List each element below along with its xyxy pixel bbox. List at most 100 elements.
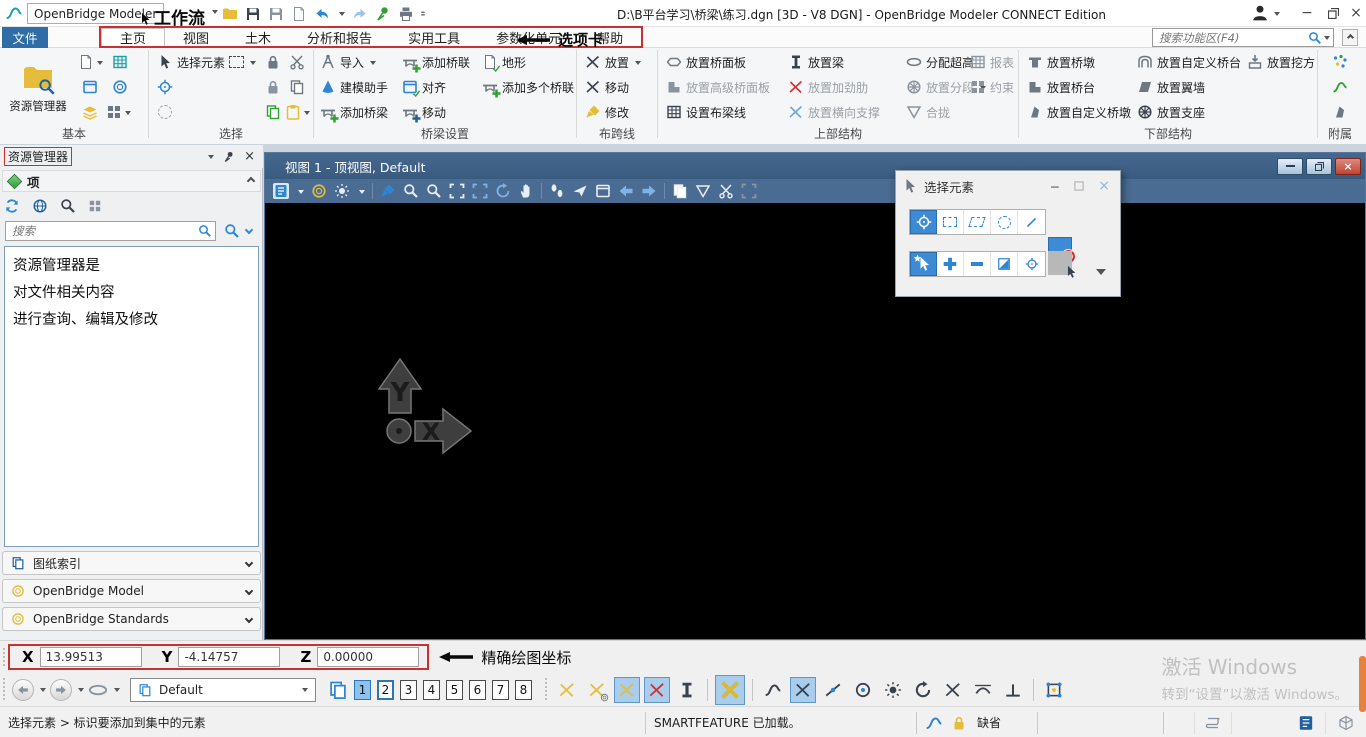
level-lock-icon[interactable] bbox=[951, 715, 967, 731]
place-excavation-button[interactable]: 放置挖方 bbox=[1247, 51, 1315, 73]
user-caret-icon[interactable] bbox=[1274, 12, 1280, 19]
accessory-path-button[interactable] bbox=[1328, 76, 1352, 98]
collapse-chevron-icon[interactable] bbox=[246, 176, 256, 186]
globe-icon[interactable] bbox=[32, 198, 48, 214]
ribbon-collapse-button[interactable] bbox=[1342, 29, 1358, 46]
explorer-search-box[interactable] bbox=[5, 221, 216, 241]
view-history-icon[interactable] bbox=[88, 680, 108, 700]
assign-superelevation-button[interactable]: 分配超高 bbox=[906, 51, 974, 73]
rotate-view-icon[interactable] bbox=[495, 183, 511, 199]
tab-utilities[interactable]: 实用工具 bbox=[390, 28, 478, 47]
closure-button[interactable]: 合拢 bbox=[906, 101, 950, 123]
view-redo-button[interactable] bbox=[50, 678, 72, 701]
place-spanline-button[interactable]: 放置 bbox=[585, 51, 642, 73]
view-toggle-6[interactable]: 6 bbox=[469, 679, 486, 700]
tab-analysis-report[interactable]: 分析和报告 bbox=[289, 28, 390, 47]
place-stiffener-button[interactable]: 放置加劲肋 bbox=[788, 76, 868, 98]
report-button[interactable]: 报表 bbox=[970, 51, 1014, 73]
place-beam-button[interactable]: 放置梁 bbox=[788, 51, 844, 73]
tab-file[interactable]: 文件 bbox=[2, 27, 48, 48]
snap-bisector-button[interactable] bbox=[910, 677, 936, 703]
open-file-icon[interactable] bbox=[222, 6, 238, 22]
workflow-caret-icon[interactable] bbox=[212, 10, 218, 17]
display-style-icon[interactable] bbox=[311, 183, 327, 199]
place-advanced-deck-button[interactable]: 放置高级桥面板 bbox=[666, 76, 770, 98]
view-next-icon[interactable] bbox=[641, 183, 657, 199]
clip-volume-icon[interactable] bbox=[695, 183, 711, 199]
zoom-in-icon[interactable] bbox=[403, 183, 419, 199]
refresh-icon[interactable] bbox=[4, 198, 20, 214]
x-coordinate-input[interactable] bbox=[39, 647, 142, 667]
select-element-button[interactable]: 选择元素 bbox=[157, 51, 257, 73]
snap-mode-button[interactable] bbox=[715, 674, 745, 705]
place-custom-abutment-button[interactable]: 放置自定义桥台 bbox=[1137, 51, 1241, 73]
place-custom-pier-button[interactable]: 放置自定义桥墩 bbox=[1027, 101, 1131, 123]
snap-midpoint-button[interactable] bbox=[820, 677, 846, 703]
cut-button[interactable] bbox=[285, 51, 309, 73]
individual-method-button[interactable] bbox=[910, 210, 937, 234]
line-method-button[interactable] bbox=[1018, 210, 1045, 234]
select-all-button[interactable] bbox=[1018, 252, 1045, 276]
place-abutment-button[interactable]: 放置桥台 bbox=[1027, 76, 1095, 98]
panel-menu-caret-icon[interactable] bbox=[208, 155, 215, 162]
y-coordinate-input[interactable] bbox=[178, 647, 281, 667]
add-selection-button[interactable] bbox=[937, 252, 964, 276]
paste-button[interactable] bbox=[285, 101, 310, 123]
fly-icon[interactable] bbox=[572, 183, 588, 199]
modeling-assistant-button[interactable]: 建模助手 bbox=[320, 76, 388, 98]
keyin-button[interactable] bbox=[106, 101, 131, 123]
view-toggle-1[interactable]: 1 bbox=[354, 679, 371, 700]
place-wingwall-button[interactable]: 放置翼墙 bbox=[1137, 76, 1205, 98]
new-file-button[interactable] bbox=[78, 51, 103, 73]
add-bridge-unit-button[interactable]: 添加桥联 bbox=[402, 51, 470, 73]
units-button[interactable] bbox=[108, 76, 132, 98]
search-expand-chevron-icon[interactable] bbox=[244, 225, 254, 235]
dialog-restore-icon[interactable] bbox=[1074, 179, 1084, 194]
fit-view-icon[interactable] bbox=[472, 183, 488, 199]
unlock-button[interactable] bbox=[261, 76, 285, 98]
move-bridge-button[interactable]: 移动 bbox=[402, 101, 446, 123]
fence-none-button[interactable] bbox=[153, 101, 177, 123]
print-icon[interactable] bbox=[398, 6, 414, 22]
view-close-button[interactable]: × bbox=[1335, 157, 1361, 175]
tab-civil[interactable]: 土木 bbox=[227, 28, 289, 47]
z-coordinate-input[interactable] bbox=[317, 647, 420, 667]
accessory-points-button[interactable] bbox=[1328, 51, 1352, 73]
navigate-view-icon[interactable] bbox=[595, 183, 611, 199]
customize-toolbar-icon[interactable]: ⹀ bbox=[421, 5, 425, 22]
advanced-search-icon[interactable] bbox=[224, 223, 240, 239]
constraint-button[interactable]: 约束 bbox=[970, 76, 1014, 98]
view-toggle-4[interactable]: 4 bbox=[423, 679, 440, 700]
lock-button[interactable] bbox=[261, 51, 285, 73]
dialog-button[interactable] bbox=[78, 76, 102, 98]
section-sheet-index[interactable]: 图纸索引 bbox=[2, 551, 261, 575]
fence-circle-button[interactable] bbox=[153, 76, 177, 98]
panel-pin-icon[interactable] bbox=[223, 151, 235, 163]
drawing-canvas[interactable]: Y X bbox=[265, 203, 1365, 639]
ribbon-search-input[interactable] bbox=[1159, 30, 1308, 45]
snap-tangent-button[interactable] bbox=[970, 677, 996, 703]
view-toggle-7[interactable]: 7 bbox=[492, 679, 509, 700]
terrain-button[interactable]: 地形 bbox=[482, 51, 526, 73]
apply-clip-icon[interactable] bbox=[741, 183, 757, 199]
view-minimize-button[interactable] bbox=[1277, 157, 1303, 175]
snap-center-button[interactable] bbox=[850, 677, 876, 703]
panel-close-icon[interactable]: × bbox=[244, 149, 255, 164]
copy-view-icon[interactable] bbox=[672, 183, 688, 199]
snap-origin-button[interactable] bbox=[880, 677, 906, 703]
tab-home[interactable]: 主页 bbox=[101, 28, 166, 47]
user-account-icon[interactable] bbox=[1251, 4, 1269, 22]
explorer-search-input[interactable] bbox=[12, 224, 198, 238]
active-snap-icon[interactable] bbox=[925, 714, 943, 732]
set-beam-layout-button[interactable]: 设置布梁线 bbox=[666, 101, 746, 123]
view-toggle-5[interactable]: 5 bbox=[446, 679, 463, 700]
search-icon[interactable] bbox=[1308, 31, 1322, 45]
shape-method-button[interactable] bbox=[964, 210, 991, 234]
align-button[interactable]: 对齐 bbox=[402, 76, 446, 98]
snap-intersection-button[interactable] bbox=[940, 677, 966, 703]
clip-mask-icon[interactable] bbox=[718, 183, 734, 199]
view-previous-icon[interactable] bbox=[618, 183, 634, 199]
explorer-button[interactable]: 资源管理器 bbox=[2, 50, 74, 126]
view-undo-caret-icon[interactable] bbox=[40, 688, 46, 695]
section-openbridge-standards[interactable]: OpenBridge Standards bbox=[2, 607, 261, 631]
